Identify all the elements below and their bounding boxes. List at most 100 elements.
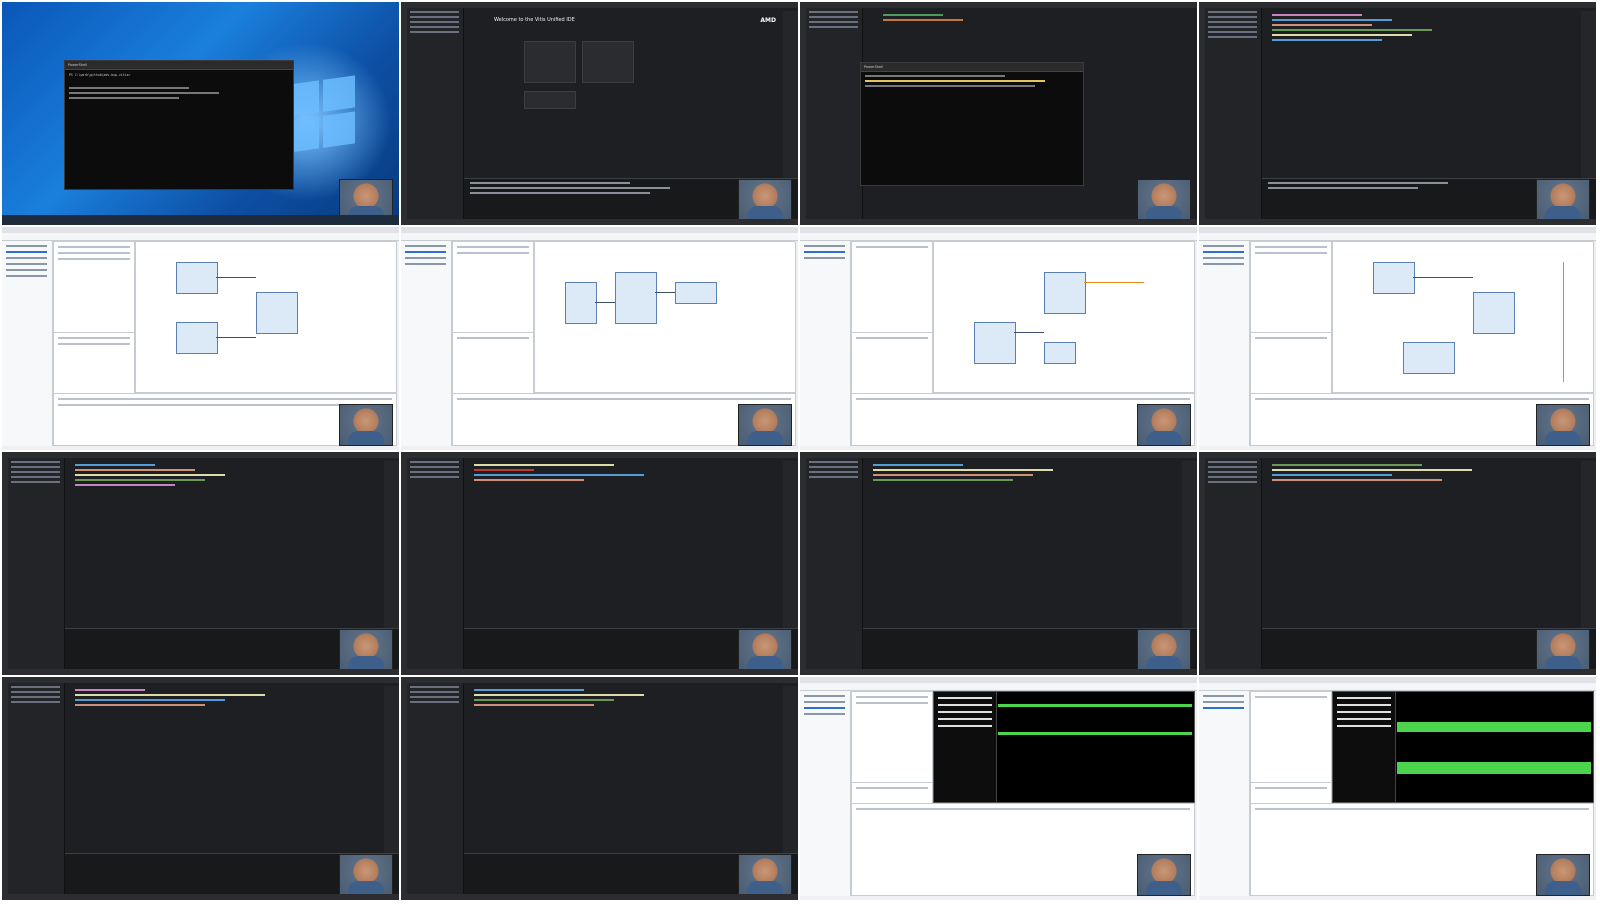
status-bar	[401, 894, 798, 900]
explorer-sidebar[interactable]	[1205, 458, 1262, 669]
toolbar[interactable]	[800, 233, 1197, 241]
explorer-sidebar[interactable]	[1205, 8, 1262, 219]
webcam-overlay	[738, 629, 792, 671]
flow-navigator[interactable]	[2, 241, 53, 446]
sources-panel[interactable]	[1250, 241, 1332, 333]
flow-navigator[interactable]	[1199, 691, 1250, 896]
explorer-sidebar[interactable]	[407, 683, 464, 894]
webcam-overlay	[1536, 179, 1590, 221]
minimap[interactable]	[783, 461, 798, 629]
status-bar	[1199, 219, 1596, 225]
frame-desktop: PowerShell PS C:\work\github\adv-bsp-vit…	[2, 2, 399, 225]
waveform-viewer[interactable]	[1332, 691, 1594, 803]
toolbar[interactable]	[800, 683, 1197, 691]
signal-trace	[1397, 722, 1591, 732]
status-bar	[401, 219, 798, 225]
block-design-canvas[interactable]	[135, 241, 397, 393]
card-getting-started[interactable]	[524, 41, 576, 83]
flow-navigator[interactable]	[800, 241, 851, 446]
frame-vivado-block	[1199, 227, 1596, 450]
code-editor[interactable]	[65, 686, 383, 854]
terminal-prompt: PS C:\work\github\adv-bsp-vitis>	[69, 73, 131, 77]
frame-ide-code	[401, 677, 798, 900]
minimap[interactable]	[783, 686, 798, 854]
terminal-window[interactable]: PowerShell PS C:\work\github\adv-bsp-vit…	[64, 60, 294, 190]
card-embedded-dev[interactable]	[582, 41, 634, 83]
sources-panel[interactable]	[851, 241, 933, 333]
properties-panel[interactable]	[851, 332, 933, 394]
terminal-title: PowerShell	[68, 63, 88, 67]
minimap[interactable]	[384, 461, 399, 629]
webcam-overlay	[1137, 179, 1191, 221]
sources-panel[interactable]	[53, 241, 135, 333]
explorer-sidebar[interactable]	[8, 683, 65, 894]
terminal-titlebar[interactable]: PowerShell	[65, 61, 293, 70]
taskbar[interactable]	[2, 215, 399, 225]
windows-logo-icon	[287, 75, 357, 155]
explorer-sidebar[interactable]	[8, 458, 65, 669]
block-design-canvas[interactable]	[534, 241, 796, 393]
terminal-window[interactable]: PowerShell	[860, 62, 1084, 186]
toolbar[interactable]	[1199, 233, 1596, 241]
webcam-overlay	[1137, 404, 1191, 446]
hardware-panel[interactable]	[1250, 691, 1332, 783]
minimap[interactable]	[783, 11, 798, 179]
signal-trace	[1397, 762, 1591, 774]
minimap[interactable]	[1581, 11, 1596, 179]
webcam-overlay	[1137, 854, 1191, 896]
code-editor[interactable]	[464, 686, 782, 854]
welcome-page: Welcome to the Vitis Unified IDE AMD	[464, 11, 782, 179]
waveform-viewer[interactable]	[933, 691, 1195, 803]
contact-sheet: PowerShell PS C:\work\github\adv-bsp-vit…	[0, 0, 1600, 906]
code-editor[interactable]	[1262, 461, 1580, 629]
minimap[interactable]	[1182, 461, 1197, 629]
flow-navigator[interactable]	[401, 241, 452, 446]
signal-trace	[998, 732, 1192, 735]
status-bar	[1199, 669, 1596, 675]
card-user-managed[interactable]	[524, 91, 576, 109]
flow-navigator[interactable]	[800, 691, 851, 896]
status-bar	[401, 669, 798, 675]
properties-panel[interactable]	[53, 332, 135, 394]
frame-vivado-waveform	[1199, 677, 1596, 900]
webcam-overlay	[738, 404, 792, 446]
webcam-overlay	[339, 629, 393, 671]
minimap[interactable]	[1581, 461, 1596, 629]
toolbar[interactable]	[2, 233, 399, 241]
terminal-titlebar[interactable]: PowerShell	[861, 63, 1083, 72]
flow-navigator[interactable]	[1199, 241, 1250, 446]
amd-logo: AMD	[760, 17, 776, 24]
welcome-title: Welcome to the Vitis Unified IDE	[494, 17, 575, 23]
webcam-overlay	[1536, 854, 1590, 896]
frame-vivado-block	[2, 227, 399, 450]
block-design-canvas[interactable]	[933, 241, 1195, 393]
frame-ide-code	[2, 452, 399, 675]
explorer-sidebar[interactable]	[407, 8, 464, 219]
sources-panel[interactable]	[452, 241, 534, 333]
code-editor[interactable]	[1262, 11, 1580, 179]
properties-panel[interactable]	[1250, 332, 1332, 394]
frame-ide-code	[1199, 452, 1596, 675]
terminal-title: PowerShell	[864, 65, 884, 69]
hardware-panel[interactable]	[851, 691, 933, 783]
signal-names[interactable]	[934, 692, 997, 802]
properties-panel[interactable]	[452, 332, 534, 394]
explorer-sidebar[interactable]	[806, 458, 863, 669]
explorer-sidebar[interactable]	[806, 8, 863, 219]
minimap[interactable]	[384, 686, 399, 854]
webcam-overlay	[339, 854, 393, 896]
toolbar[interactable]	[401, 233, 798, 241]
code-editor[interactable]	[464, 461, 782, 629]
toolbar[interactable]	[1199, 683, 1596, 691]
code-editor[interactable]	[863, 461, 1181, 629]
frame-ide-code	[2, 677, 399, 900]
frame-vivado-block	[800, 227, 1197, 450]
explorer-sidebar[interactable]	[407, 458, 464, 669]
webcam-overlay	[1536, 629, 1590, 671]
signal-names[interactable]	[1333, 692, 1396, 802]
block-design-canvas[interactable]	[1332, 241, 1594, 393]
status-bar	[800, 669, 1197, 675]
code-editor[interactable]	[65, 461, 383, 629]
frame-ide-welcome: Welcome to the Vitis Unified IDE AMD	[401, 2, 798, 225]
frame-vivado-block	[401, 227, 798, 450]
